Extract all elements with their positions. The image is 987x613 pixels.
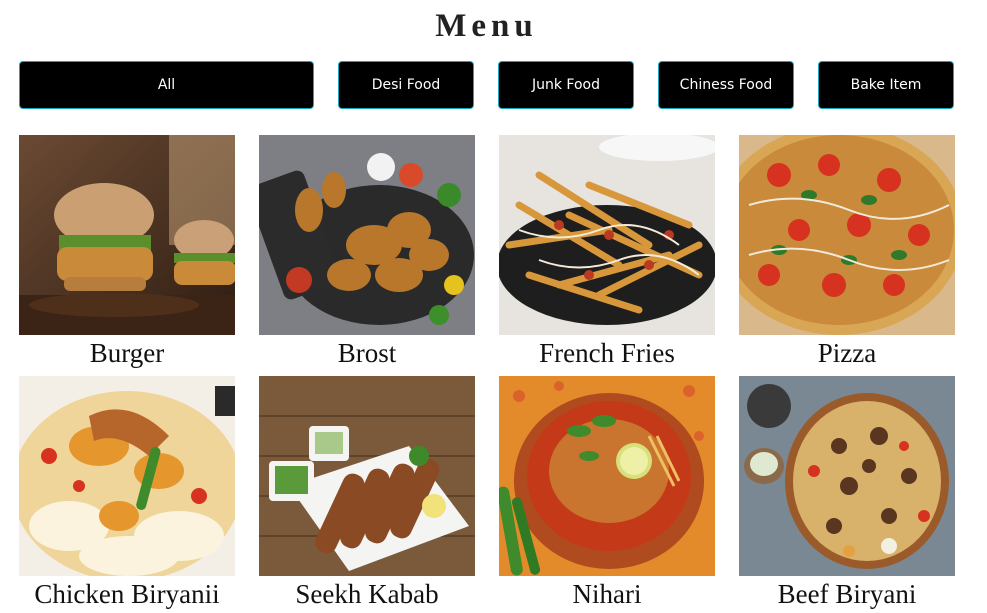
beef-biryani-image xyxy=(739,376,955,576)
menu-item-card: Seekh Kabab xyxy=(259,376,475,610)
filter-chiness-food-button[interactable]: Chiness Food xyxy=(658,61,794,109)
menu-item-name: French Fries xyxy=(539,338,675,368)
filter-all-button[interactable]: All xyxy=(19,61,314,109)
menu-item-card: Nihari xyxy=(499,376,715,610)
nihari-image xyxy=(499,376,715,576)
filter-bake-item-button[interactable]: Bake Item xyxy=(818,61,954,109)
menu-item-name: Seekh Kabab xyxy=(295,579,439,609)
menu-item-name: Burger xyxy=(89,338,165,368)
burger-image xyxy=(19,135,235,335)
brost-image xyxy=(259,135,475,335)
chicken-biryani-image xyxy=(19,376,235,576)
french-fries-image xyxy=(499,135,715,335)
menu-item-name: Brost xyxy=(337,338,397,368)
menu-item-name: Beef Biryani xyxy=(777,579,917,609)
menu-item-name: Chicken Biryanii xyxy=(34,579,220,609)
menu-item-name: Nihari xyxy=(572,579,642,609)
menu-item-card: Chicken Biryanii xyxy=(19,376,235,610)
filter-desi-food-button[interactable]: Desi Food xyxy=(338,61,474,109)
menu-item-card: Beef Biryani xyxy=(739,376,955,610)
seekh-kabab-image xyxy=(259,376,475,576)
menu-item-name: Pizza xyxy=(817,338,877,368)
menu-item-card: Brost xyxy=(259,135,475,369)
filter-junk-food-button[interactable]: Junk Food xyxy=(498,61,634,109)
menu-item-card: Burger xyxy=(19,135,235,369)
pizza-image xyxy=(739,135,955,335)
page-title: Menu xyxy=(435,8,538,44)
menu-item-card: French Fries xyxy=(499,135,715,369)
menu-item-card: Pizza xyxy=(739,135,955,369)
